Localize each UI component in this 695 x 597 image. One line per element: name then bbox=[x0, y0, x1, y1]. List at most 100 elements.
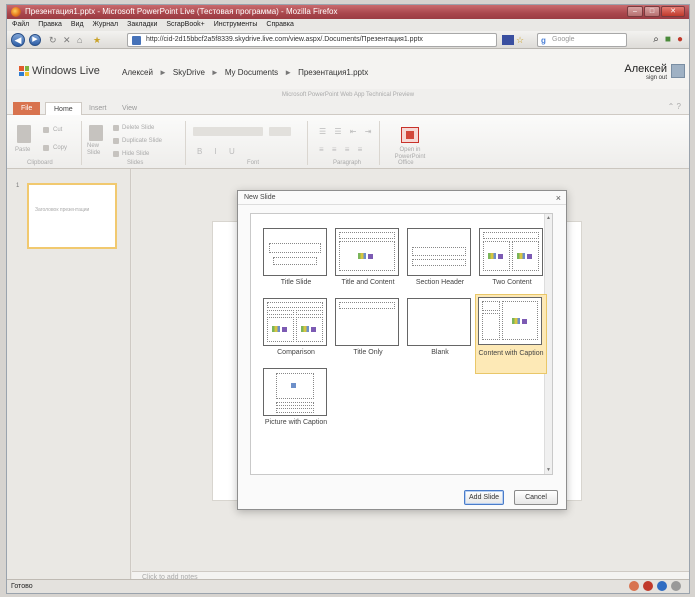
window-titlebar: Презентация1.pptx - Microsoft PowerPoint… bbox=[7, 5, 689, 19]
scroll-up-icon[interactable]: ▲ bbox=[546, 215, 551, 221]
google-icon: g bbox=[541, 36, 546, 45]
slide-thumbnail[interactable]: Заголовок презентации bbox=[27, 183, 117, 249]
browser-window: Презентация1.pptx - Microsoft PowerPoint… bbox=[6, 4, 690, 594]
copy-button[interactable]: Copy bbox=[53, 145, 67, 151]
delete-slide-button[interactable]: Delete Slide bbox=[122, 125, 154, 131]
addon-status-icon[interactable] bbox=[643, 581, 653, 591]
slide-thumbnails-pane: 1 Заголовок презентации bbox=[7, 169, 131, 579]
slide-number: 1 bbox=[16, 183, 20, 189]
breadcrumb-user[interactable]: Алексей bbox=[122, 68, 153, 77]
user-menu[interactable]: Алексей sign out bbox=[624, 63, 667, 81]
hide-slide-icon bbox=[113, 151, 119, 157]
list-buttons[interactable]: ☰ ☰ ⇤ ⇥ bbox=[319, 127, 374, 136]
close-button[interactable]: ✕ bbox=[661, 6, 685, 17]
close-icon[interactable]: × bbox=[556, 192, 561, 204]
address-text: http://cid-2d15bbcf2a5f8339.skydrive.liv… bbox=[146, 36, 423, 43]
dialog-title-text: New Slide bbox=[244, 194, 276, 201]
font-style-buttons[interactable]: B I U bbox=[197, 147, 240, 156]
layout-section-header[interactable]: Section Header bbox=[405, 226, 475, 296]
menu-file[interactable]: Файл bbox=[12, 19, 29, 31]
sign-out-link[interactable]: sign out bbox=[624, 75, 667, 81]
tab-file[interactable]: File bbox=[13, 102, 41, 115]
menu-bookmarks[interactable]: Закладки bbox=[127, 19, 157, 31]
back-button[interactable]: ◀ bbox=[11, 33, 25, 47]
cancel-button[interactable]: Cancel bbox=[514, 490, 558, 505]
layout-blank[interactable]: Blank bbox=[405, 296, 475, 366]
minimize-button[interactable]: – bbox=[627, 6, 643, 17]
adblock-icon[interactable]: ● bbox=[677, 34, 683, 46]
menu-help[interactable]: Справка bbox=[266, 19, 293, 31]
align-buttons[interactable]: ≡ ≡ ≡ ≡ bbox=[319, 145, 365, 154]
status-extra-icon[interactable] bbox=[671, 581, 681, 591]
hide-slide-button[interactable]: Hide Slide bbox=[122, 151, 149, 157]
layout-title-and-content[interactable]: Title and Content bbox=[333, 226, 403, 296]
addon-icon[interactable]: ■ bbox=[665, 34, 671, 46]
menu-edit[interactable]: Правка bbox=[38, 19, 62, 31]
tab-insert[interactable]: Insert bbox=[81, 102, 115, 115]
feed-icon[interactable] bbox=[502, 35, 514, 45]
layout-label: Blank bbox=[431, 349, 449, 356]
layout-title-slide[interactable]: Title Slide bbox=[261, 226, 331, 296]
search-placeholder: Google bbox=[552, 36, 575, 43]
firefox-icon bbox=[11, 7, 21, 17]
layout-two-content[interactable]: Two Content bbox=[477, 226, 547, 296]
layout-picture-with-caption[interactable]: Picture with Caption bbox=[261, 366, 331, 446]
layout-label: Title Only bbox=[353, 349, 383, 356]
status-icons bbox=[629, 581, 681, 591]
open-in-powerpoint-button[interactable]: Open in PowerPoint bbox=[387, 147, 433, 161]
star-icon[interactable]: ☆ bbox=[516, 35, 524, 45]
windows-live-logo[interactable]: Windows Live bbox=[19, 65, 100, 77]
breadcrumb-skydrive[interactable]: SkyDrive bbox=[173, 68, 205, 77]
search-magnifier-icon[interactable]: ⌕ bbox=[653, 34, 659, 46]
menu-tools[interactable]: Инструменты bbox=[214, 19, 258, 31]
menu-history[interactable]: Журнал bbox=[93, 19, 119, 31]
address-bar[interactable]: http://cid-2d15bbcf2a5f8339.skydrive.liv… bbox=[127, 33, 497, 47]
firebug-icon[interactable] bbox=[629, 581, 639, 591]
bookmark-star-icon[interactable]: ★ bbox=[93, 34, 101, 46]
menu-bar: Файл Правка Вид Журнал Закладки ScrapBoo… bbox=[7, 19, 689, 31]
status-text: Готово bbox=[11, 583, 33, 590]
layout-label: Two Content bbox=[492, 279, 532, 286]
user-name[interactable]: Алексей bbox=[624, 63, 667, 75]
menu-scrapbook[interactable]: ScrapBook+ bbox=[166, 19, 204, 31]
ribbon-collapse-icon[interactable]: ⌃ ? bbox=[668, 102, 681, 111]
cut-button[interactable]: Cut bbox=[53, 127, 62, 133]
ribbon-separator bbox=[307, 121, 308, 165]
paste-button[interactable]: Paste bbox=[15, 147, 30, 153]
avatar[interactable] bbox=[671, 64, 685, 78]
layout-title-only[interactable]: Title Only bbox=[333, 296, 403, 366]
tab-view[interactable]: View bbox=[114, 102, 145, 115]
breadcrumb-file: Презентация1.pptx bbox=[298, 68, 369, 77]
duplicate-slide-button[interactable]: Duplicate Slide bbox=[122, 138, 162, 144]
font-size-select[interactable] bbox=[269, 127, 291, 136]
forward-button[interactable]: ▶ bbox=[29, 34, 41, 46]
layout-content-with-caption[interactable]: Content with Caption bbox=[475, 294, 547, 374]
layout-label: Section Header bbox=[415, 279, 465, 286]
layout-label: Picture with Caption bbox=[264, 419, 328, 426]
font-name-select[interactable] bbox=[193, 127, 263, 136]
stop-icon[interactable]: ✕ bbox=[63, 34, 71, 46]
home-icon[interactable]: ⌂ bbox=[77, 34, 82, 46]
breadcrumb-separator-icon: ► bbox=[210, 68, 219, 77]
status-bar: Готово bbox=[7, 579, 689, 593]
maximize-button[interactable]: □ bbox=[644, 6, 660, 17]
paste-icon bbox=[17, 125, 31, 143]
layout-comparison[interactable]: Comparison bbox=[261, 296, 331, 366]
cut-icon bbox=[43, 127, 49, 133]
ribbon-tab-bar: File Home Insert View ⌃ ? bbox=[7, 101, 689, 115]
new-slide-button[interactable]: New Slide bbox=[87, 143, 107, 157]
site-favicon bbox=[132, 36, 141, 45]
breadcrumb-my-documents[interactable]: My Documents bbox=[225, 68, 278, 77]
group-paragraph: Paragraph bbox=[333, 160, 362, 166]
add-slide-button[interactable]: Add Slide bbox=[464, 490, 504, 505]
layout-thumbnail bbox=[335, 228, 399, 276]
app-title: Microsoft PowerPoint Web App Technical P… bbox=[7, 89, 689, 101]
menu-view[interactable]: Вид bbox=[71, 19, 84, 31]
new-slide-icon bbox=[89, 125, 103, 141]
layout-thumbnail bbox=[479, 228, 543, 276]
reload-icon[interactable]: ↻ bbox=[49, 34, 57, 46]
skype-icon[interactable] bbox=[657, 581, 667, 591]
tab-home[interactable]: Home bbox=[45, 102, 82, 115]
search-input[interactable]: g Google bbox=[537, 33, 627, 47]
scroll-down-icon[interactable]: ▼ bbox=[546, 467, 551, 473]
